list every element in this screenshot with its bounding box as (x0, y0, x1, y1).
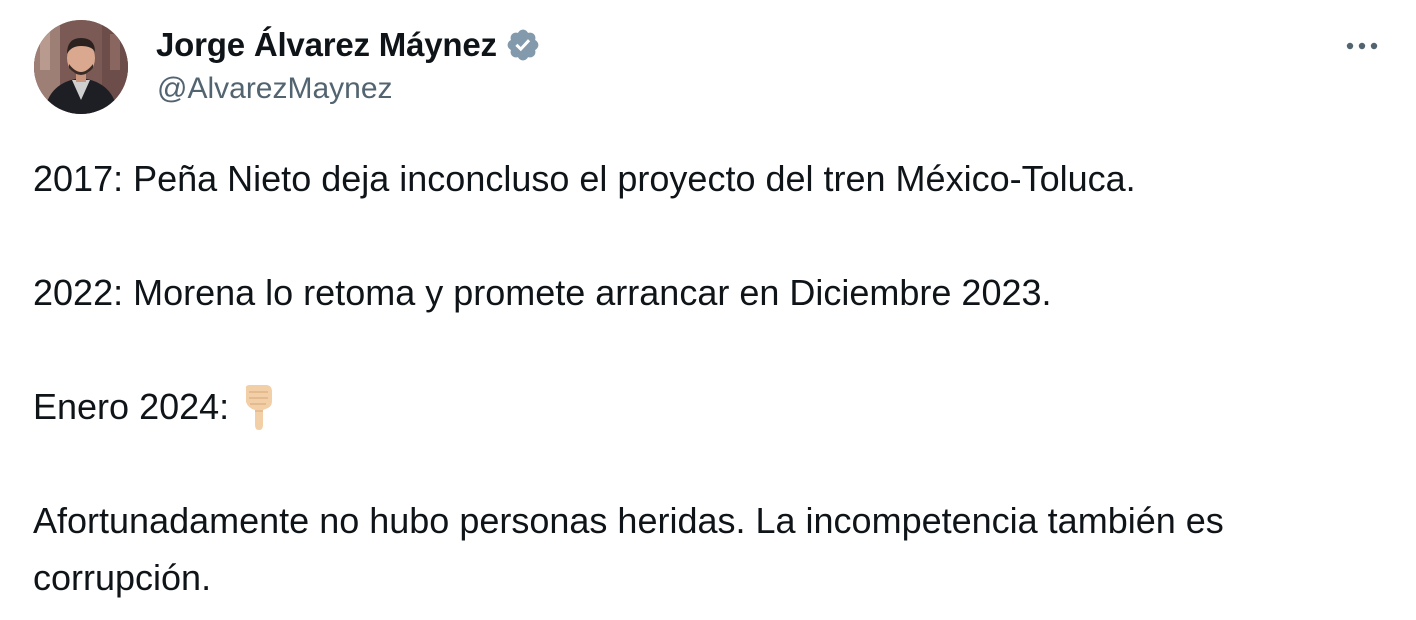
tweet-line: Enero 2024: (33, 386, 230, 427)
tweet-line-with-emoji: Enero 2024: (33, 378, 1393, 435)
tweet-text: 2017: Peña Nieto deja inconcluso el proy… (33, 150, 1393, 606)
more-button[interactable] (1340, 28, 1384, 64)
tweet-line: Afortunadamente no hubo personas heridas… (33, 500, 1224, 598)
more-horizontal-icon (1346, 42, 1378, 50)
author-handle[interactable]: @AlvarezMaynez (157, 72, 393, 106)
author-name-row: Jorge Álvarez Máynez (156, 22, 541, 68)
tweet-line: 2022: Morena lo retoma y promete arranca… (33, 272, 1052, 313)
display-name[interactable]: Jorge Álvarez Máynez (156, 26, 497, 64)
avatar-photo (34, 20, 128, 114)
verified-badge-icon[interactable] (505, 27, 541, 63)
tweet-line: 2017: Peña Nieto deja inconcluso el proy… (33, 158, 1136, 199)
backhand-index-pointing-down-emoji (239, 383, 279, 431)
avatar[interactable] (34, 20, 128, 114)
